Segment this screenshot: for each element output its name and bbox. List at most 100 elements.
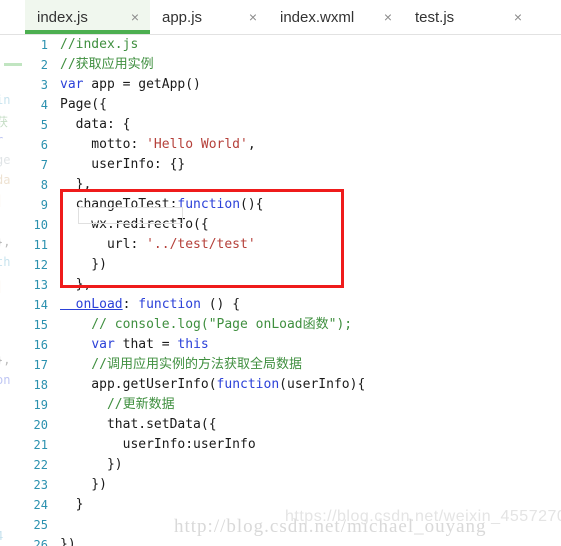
code-line[interactable]: 22 }) (0, 455, 561, 475)
line-number: 2 (40, 58, 48, 72)
code-token: }) (60, 477, 107, 492)
code-token: function (216, 377, 280, 392)
code-token: this (177, 337, 209, 352)
code-line[interactable]: 5 data: { (0, 115, 561, 135)
code-token: }, (60, 277, 92, 292)
code-line[interactable]: 8 }, (0, 175, 561, 195)
line-number: 13 (33, 278, 48, 292)
code-token: userInfo:userInfo (60, 437, 256, 452)
tab-app-js[interactable]: app.js × (150, 0, 268, 34)
line-content: Page({ (60, 95, 107, 115)
line-content: changeToTest:function(){ (60, 195, 264, 215)
line-number: 20 (33, 418, 48, 432)
line-content: wx.redirectTo({ (60, 215, 209, 235)
line-number: 21 (33, 438, 48, 452)
code-line[interactable]: 26}) (0, 535, 561, 546)
code-token: //index.js (60, 37, 139, 52)
line-content: // console.log("Page onLoad函数"); (60, 315, 352, 335)
tab-label: test.js (415, 8, 455, 26)
code-line[interactable]: 13 }, (0, 275, 561, 295)
code-line[interactable]: 9 changeToTest:function(){ (0, 195, 561, 215)
line-content: }) (60, 535, 76, 546)
code-token: wx.redirectTo({ (60, 217, 209, 232)
line-number: 14 (33, 298, 48, 312)
line-number: 12 (33, 258, 48, 272)
code-token: userInfo: {} (60, 157, 186, 172)
code-line[interactable]: 10 wx.redirectTo({ (0, 215, 561, 235)
code-token: , (247, 137, 256, 152)
code-line[interactable]: 3 var app = getApp() (0, 75, 561, 95)
close-icon[interactable]: × (511, 10, 525, 24)
code-line[interactable]: 19 //更新数据 (0, 395, 561, 415)
code-token: that = (114, 337, 178, 352)
code-token: '../test/test' (146, 237, 256, 252)
line-number: 5 (40, 118, 48, 132)
line-number: 15 (33, 318, 48, 332)
code-token: () { (200, 297, 241, 312)
code-line[interactable]: 14 onLoad: function () { (0, 295, 561, 315)
code-line[interactable]: 6 motto: 'Hello World', (0, 135, 561, 155)
line-number: 19 (33, 398, 48, 412)
code-token: 'Hello World' (146, 137, 248, 152)
code-token: var (91, 337, 115, 352)
code-line[interactable]: 16 var that = this (0, 335, 561, 355)
line-content: //调用应用实例的方法获取全局数据 (60, 355, 302, 375)
line-number: 26 (33, 538, 48, 546)
code-line[interactable]: 2 //获取应用实例 (0, 55, 561, 75)
line-number: 7 (40, 158, 48, 172)
code-token: app = getApp() (83, 77, 201, 92)
close-icon[interactable]: × (246, 10, 260, 24)
code-token: url: (60, 237, 147, 252)
code-token: function (177, 197, 241, 212)
code-line[interactable]: 23 }) (0, 475, 561, 495)
line-number: 8 (40, 178, 48, 192)
line-number: 23 (33, 478, 48, 492)
line-number: 11 (33, 238, 48, 252)
code-line[interactable]: 21 userInfo:userInfo (0, 435, 561, 455)
tab-label: app.js (162, 8, 203, 26)
code-line[interactable]: 20 that.setData({ (0, 415, 561, 435)
close-icon[interactable]: × (381, 10, 395, 24)
line-content: //更新数据 (60, 395, 175, 415)
line-number: 1 (40, 38, 48, 52)
code-token: motto: (60, 137, 147, 152)
code-line[interactable]: 12 }) (0, 255, 561, 275)
code-line[interactable]: 25 (0, 515, 561, 535)
tab-test-js[interactable]: test.js × (403, 0, 533, 34)
line-content: }) (60, 455, 123, 475)
line-content: url: '../test/test' (60, 235, 256, 255)
code-token: (userInfo){ (279, 377, 366, 392)
code-token: } (60, 497, 84, 512)
code-token: }, (60, 177, 92, 192)
code-editor[interactable]: 1//index.js 2//获取应用实例 3 var app = getApp() 4… (0, 35, 561, 546)
code-line[interactable]: 7 userInfo: {} (0, 155, 561, 175)
code-token: changeToTest: (60, 197, 178, 212)
code-token: }) (60, 457, 123, 472)
code-token: //获取应用实例 (60, 57, 154, 72)
line-number: 9 (40, 198, 48, 212)
code-line[interactable]: 15 // console.log("Page onLoad函数"); (0, 315, 561, 335)
line-content: data: { (60, 115, 131, 135)
line-number: 16 (33, 338, 48, 352)
code-line[interactable]: 18 app.getUserInfo(function(userInfo){ (0, 375, 561, 395)
line-content: var app = getApp() (60, 75, 201, 95)
tab-index-wxml[interactable]: index.wxml × (268, 0, 403, 34)
code-line[interactable]: 4 Page({ (0, 95, 561, 115)
tab-index-js[interactable]: index.js × (25, 0, 150, 34)
close-icon[interactable]: × (128, 10, 142, 24)
line-number: 10 (33, 218, 48, 232)
line-number: 4 (40, 98, 48, 112)
line-number: 18 (33, 378, 48, 392)
tab-label: index.wxml (280, 8, 355, 26)
code-line[interactable]: 11 url: '../test/test' (0, 235, 561, 255)
line-content: } (60, 495, 84, 515)
code-token: var (60, 77, 84, 92)
code-line[interactable]: 17 //调用应用实例的方法获取全局数据 (0, 355, 561, 375)
line-content: }, (60, 275, 92, 295)
code-token: app.getUserInfo( (60, 377, 217, 392)
code-line[interactable]: 24 } (0, 495, 561, 515)
line-number: 17 (33, 358, 48, 372)
code-line[interactable]: 1 //index.js (0, 35, 561, 55)
line-content: }) (60, 255, 107, 275)
code-token: }) (60, 537, 76, 546)
